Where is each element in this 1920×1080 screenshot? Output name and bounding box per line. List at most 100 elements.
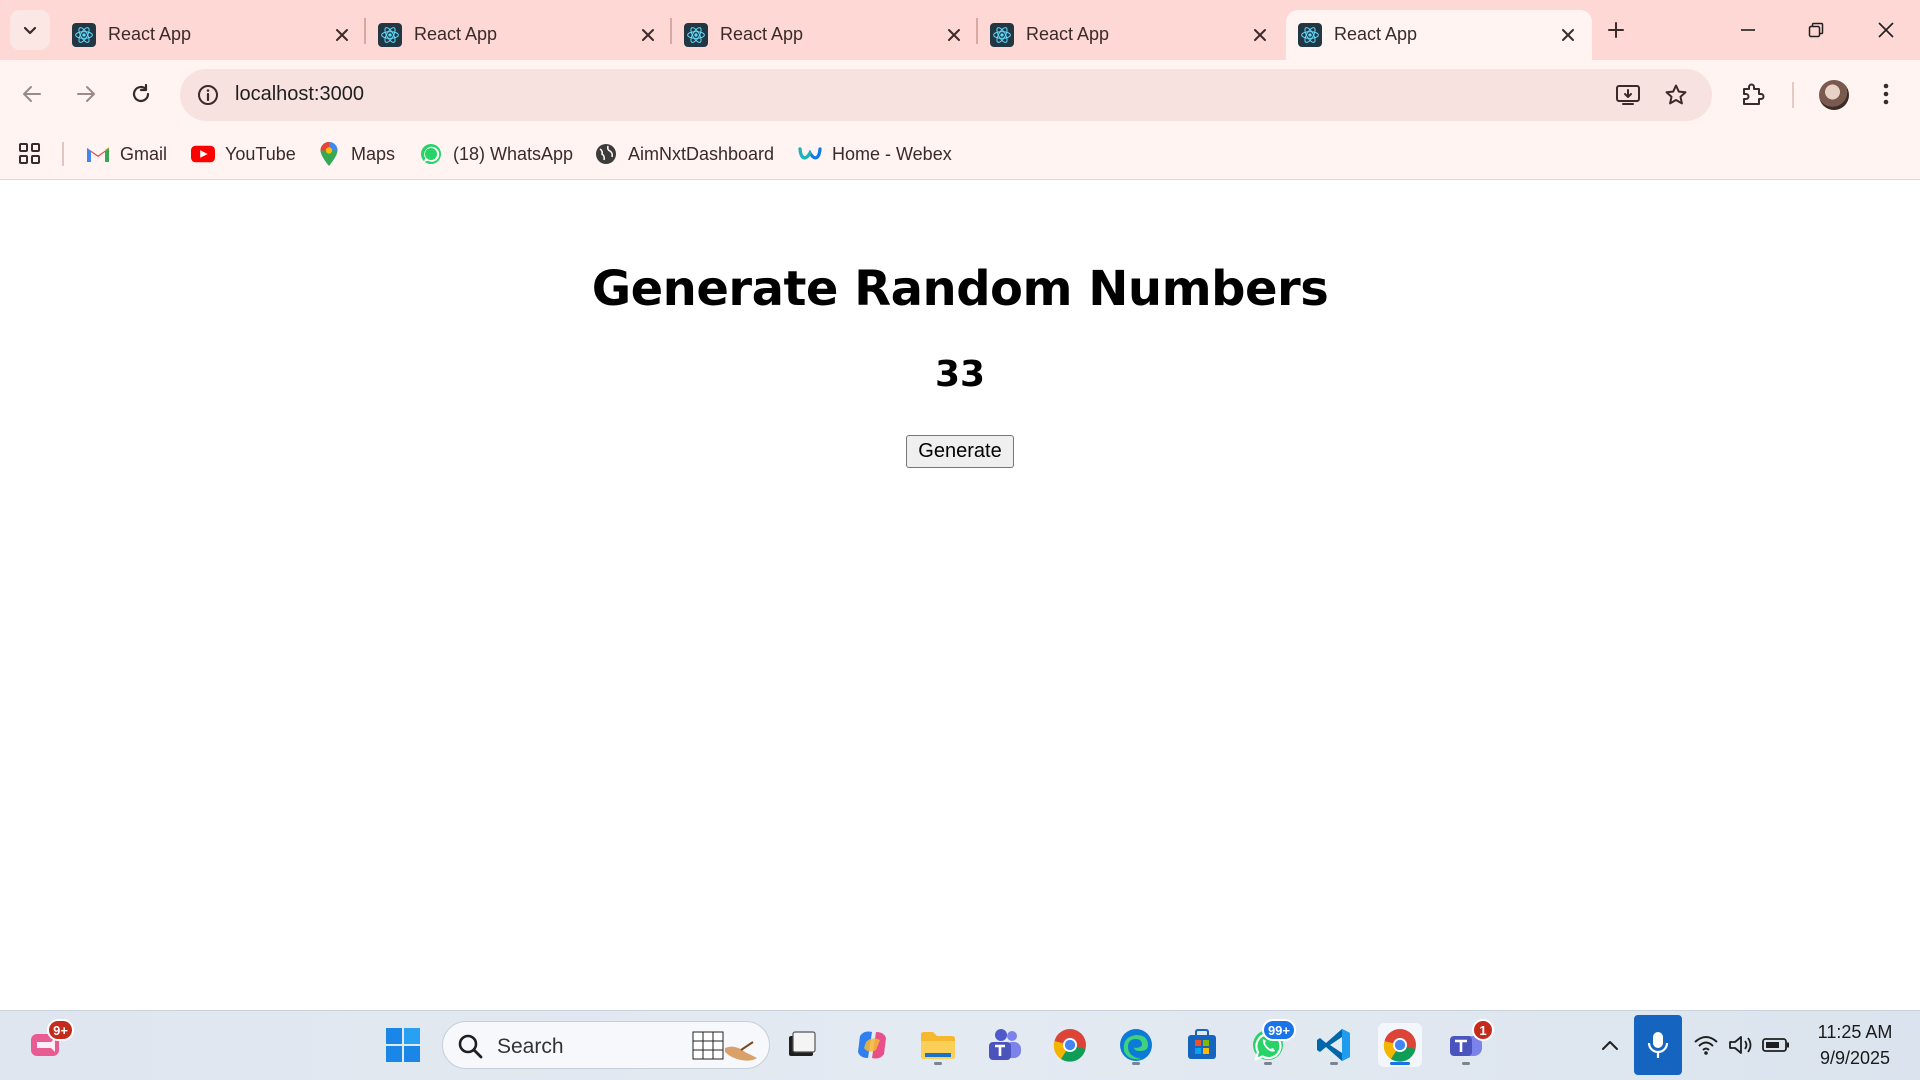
clock-date: 9/9/2025: [1819, 1048, 1891, 1068]
page-title: Generate Random Numbers: [591, 261, 1329, 317]
url-text[interactable]: localhost:3000: [235, 83, 364, 106]
forward-button[interactable]: [66, 74, 106, 114]
bookmark-whatsapp[interactable]: (18) WhatsApp: [419, 138, 573, 170]
bookmark-maps[interactable]: Maps: [317, 138, 395, 170]
running-indicator: [1462, 1062, 1470, 1065]
page-content: Generate Random Numbers 33 Generate: [0, 181, 1920, 1010]
reload-button[interactable]: [121, 74, 161, 114]
show-hidden-icons-button[interactable]: [1596, 1031, 1624, 1059]
chrome-icon: [1383, 1029, 1416, 1062]
taskbar-copilot[interactable]: [850, 1023, 894, 1067]
bookmark-aimnxtdashboard[interactable]: AimNxtDashboard: [594, 138, 774, 170]
youtube-icon: [191, 142, 215, 166]
bookmark-label: Home - Webex: [832, 143, 952, 164]
taskbar-edge[interactable]: [1114, 1023, 1158, 1067]
tab-search-button[interactable]: [10, 10, 50, 50]
address-bar[interactable]: localhost:3000: [180, 69, 1712, 121]
clock-time: 11:25 AM: [1817, 1022, 1893, 1042]
copilot-icon: [858, 1031, 886, 1059]
tab-title: React App: [108, 24, 192, 44]
chrome-icon: [1053, 1029, 1086, 1062]
gmail-icon: [86, 142, 110, 166]
tab-5-active[interactable]: React App: [1286, 10, 1592, 60]
tab-title: React App: [1026, 24, 1110, 44]
generate-button[interactable]: Generate: [906, 435, 1014, 468]
bookmark-gmail[interactable]: Gmail: [86, 138, 167, 170]
volume-icon[interactable]: [1727, 1031, 1755, 1059]
search-placeholder: Search: [497, 1035, 564, 1058]
tab-title: React App: [720, 24, 804, 44]
apps-grid-icon[interactable]: [18, 142, 42, 166]
taskbar-chrome-profile[interactable]: [1048, 1023, 1092, 1067]
running-indicator: [934, 1062, 942, 1065]
bookmark-label: (18) WhatsApp: [453, 143, 574, 164]
extensions-button[interactable]: [1733, 74, 1773, 114]
plus-icon: [1608, 22, 1624, 38]
taskbar-task-view[interactable]: [780, 1023, 824, 1067]
globe-icon: [594, 142, 618, 166]
taskbar-teams-work[interactable]: [982, 1023, 1026, 1067]
random-number-display: 33: [934, 354, 986, 395]
browser-toolbar: localhost:3000: [0, 60, 1920, 128]
windows-logo-icon: [386, 1028, 420, 1062]
close-window-button[interactable]: [1852, 0, 1920, 60]
close-icon[interactable]: [1556, 23, 1580, 47]
bookmark-label: Gmail: [120, 143, 168, 164]
tab-4[interactable]: React App: [978, 10, 1284, 60]
react-icon: [684, 23, 708, 47]
bookmark-label: AimNxtDashboard: [628, 143, 775, 164]
install-app-icon[interactable]: [1614, 81, 1642, 109]
bookmark-youtube[interactable]: YouTube: [191, 138, 296, 170]
tab-2[interactable]: React App: [366, 10, 672, 60]
search-highlight-icon: [692, 1031, 757, 1061]
profile-avatar[interactable]: [1819, 80, 1849, 110]
wifi-icon[interactable]: [1692, 1031, 1720, 1059]
close-icon[interactable]: [636, 23, 660, 47]
bookmarks-bar: Gmail YouTube Maps (18) WhatsApp AimNxtD…: [0, 128, 1920, 180]
taskbar-file-explorer[interactable]: [916, 1023, 960, 1067]
webex-icon: [798, 142, 822, 166]
tab-title: React App: [414, 24, 498, 44]
windows-taskbar: 9+ Search 99+ 1 11:25 AM 9/9/2025: [0, 1010, 1920, 1080]
back-button[interactable]: [12, 74, 52, 114]
system-clock[interactable]: 11:25 AM 9/9/2025: [1800, 1019, 1910, 1071]
taskbar-search[interactable]: Search: [442, 1021, 770, 1069]
notification-badge: 99+: [1261, 1019, 1296, 1041]
tab-3[interactable]: React App: [672, 10, 978, 60]
battery-icon[interactable]: [1762, 1031, 1790, 1059]
taskbar-vscode[interactable]: [1312, 1023, 1356, 1067]
notification-badge: 9+: [47, 1019, 74, 1041]
close-icon: [1878, 22, 1894, 38]
site-info-icon[interactable]: [194, 81, 222, 109]
minimize-button[interactable]: [1714, 0, 1782, 60]
whatsapp-icon: [419, 142, 443, 166]
active-indicator: [1390, 1062, 1410, 1065]
new-tab-button[interactable]: [1598, 12, 1634, 48]
search-icon: [458, 1034, 483, 1059]
store-icon: [1188, 1029, 1216, 1059]
close-icon[interactable]: [942, 23, 966, 47]
taskbar-whatsapp[interactable]: 99+: [1246, 1019, 1296, 1067]
arrow-left-icon: [23, 86, 41, 102]
close-icon[interactable]: [330, 23, 354, 47]
tab-1[interactable]: React App: [60, 10, 366, 60]
star-icon[interactable]: [1662, 81, 1690, 109]
close-icon[interactable]: [1248, 23, 1272, 47]
react-icon: [990, 23, 1014, 47]
microphone-button[interactable]: [1634, 1015, 1682, 1075]
taskbar-teams[interactable]: 1: [1444, 1019, 1494, 1067]
taskbar-store[interactable]: [1180, 1023, 1224, 1067]
edge-icon: [1120, 1029, 1152, 1061]
more-vertical-icon: [1883, 83, 1889, 105]
minimize-icon: [1741, 29, 1755, 31]
restore-button[interactable]: [1782, 0, 1850, 60]
maps-icon: [317, 142, 341, 166]
taskbar-chrome-active[interactable]: [1378, 1023, 1422, 1067]
running-indicator: [1330, 1062, 1338, 1065]
react-icon: [72, 23, 96, 47]
taskbar-widget-app[interactable]: 9+: [24, 1019, 74, 1067]
bookmark-webex[interactable]: Home - Webex: [798, 138, 952, 170]
start-button[interactable]: [381, 1023, 425, 1067]
microphone-icon: [1647, 1032, 1669, 1058]
menu-button[interactable]: [1866, 74, 1906, 114]
